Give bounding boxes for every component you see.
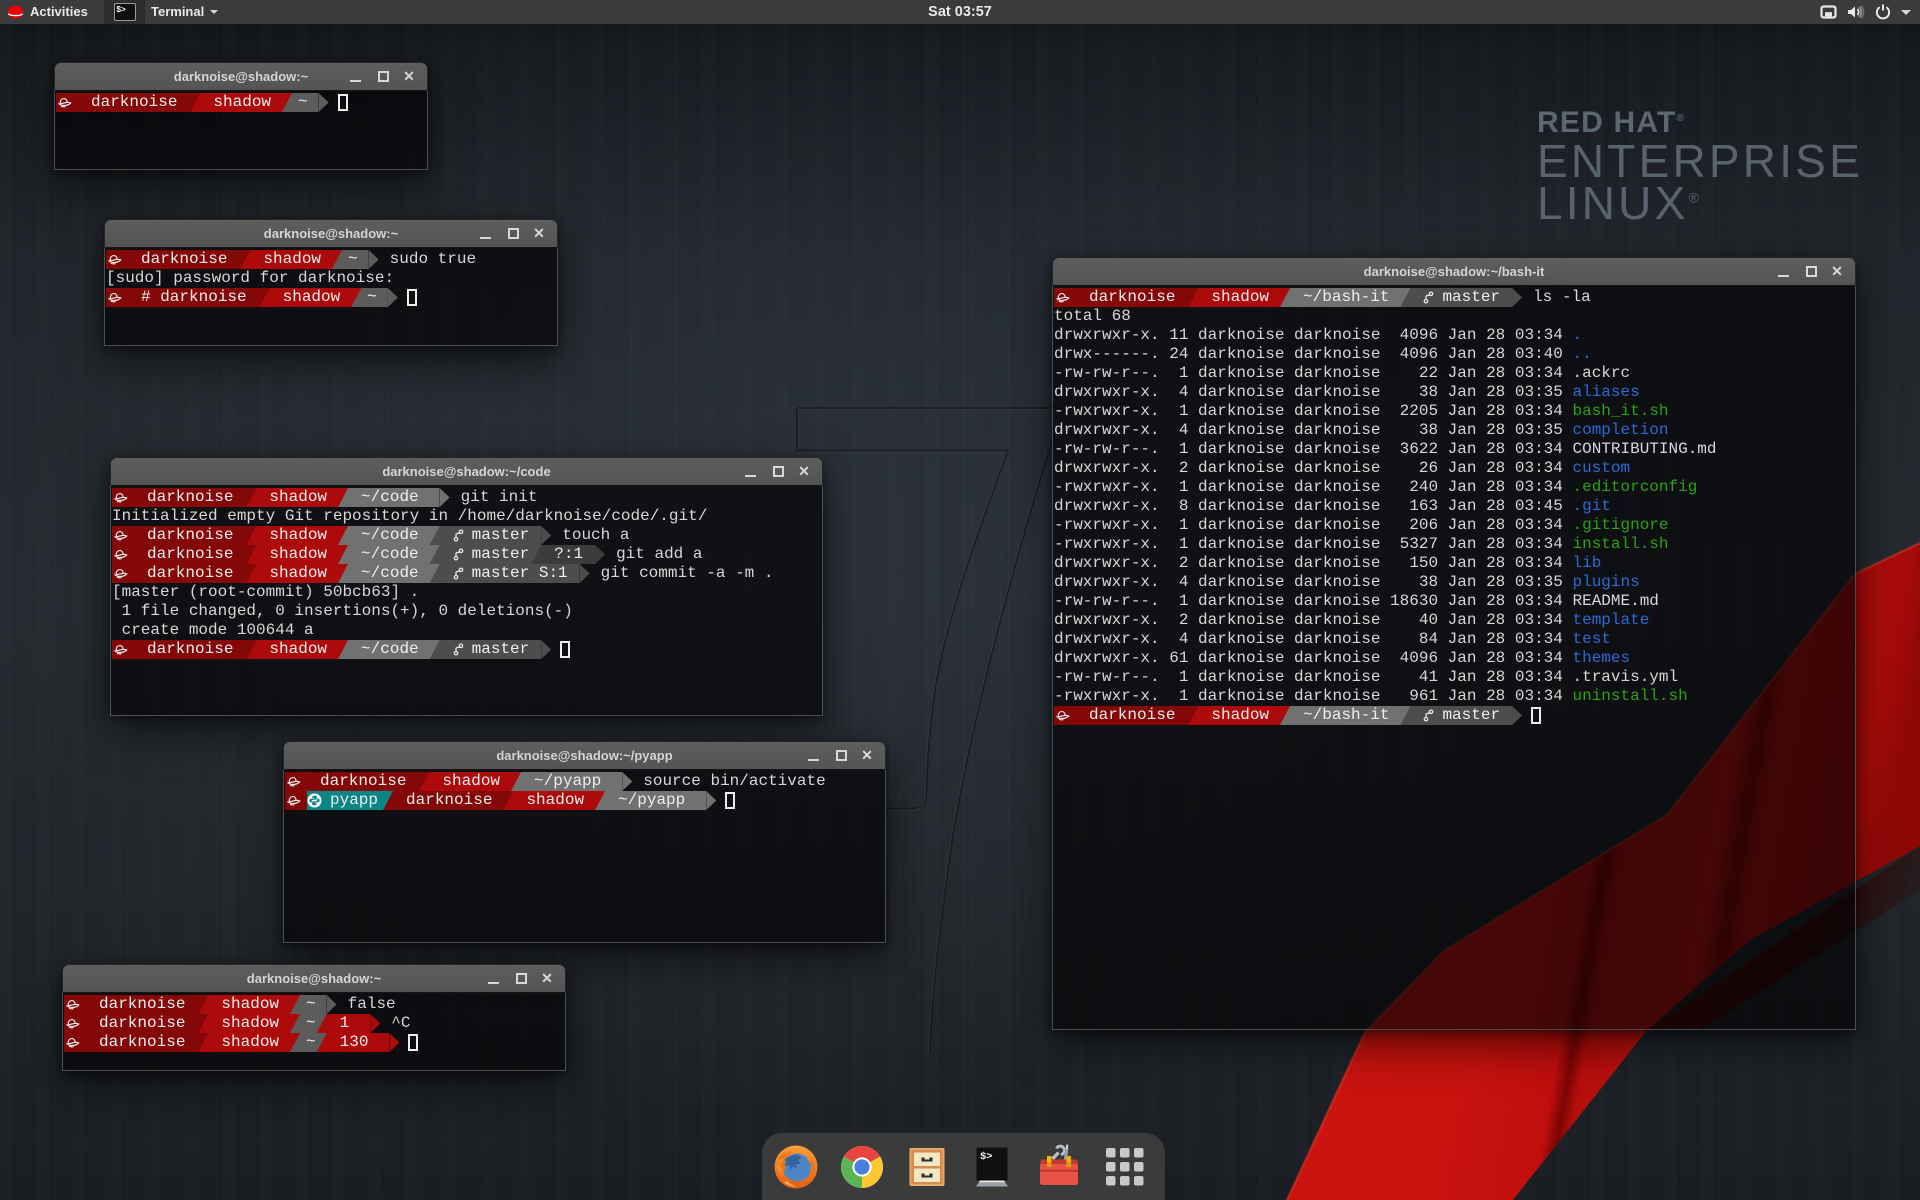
svg-text:$>: $>: [980, 1151, 993, 1163]
